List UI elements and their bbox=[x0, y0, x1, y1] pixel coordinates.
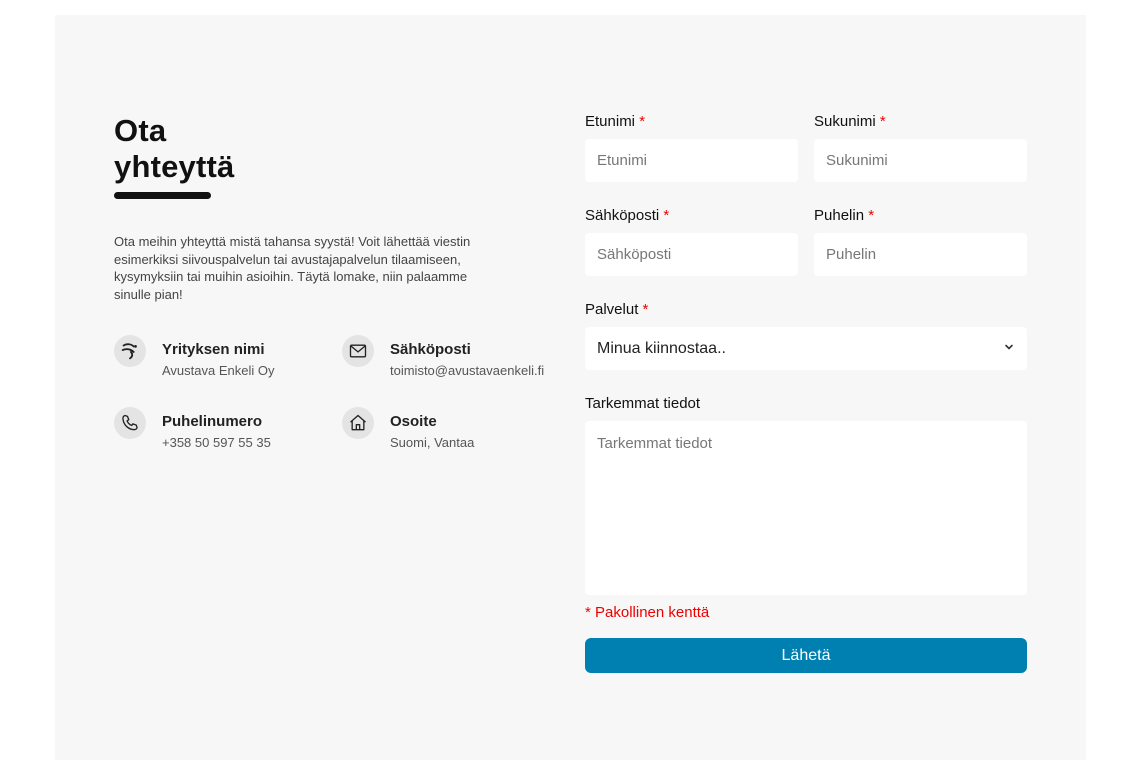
company-value: Avustava Enkeli Oy bbox=[162, 363, 275, 378]
company-info: Yrityksen nimi Avustava Enkeli Oy bbox=[114, 335, 275, 380]
firstname-label: Etunimi * bbox=[585, 113, 646, 130]
contact-details: Yrityksen nimi Avustava Enkeli Oy Sähköp… bbox=[114, 335, 574, 471]
email-info: Sähköposti toimisto@avustavaenkeli.fi bbox=[342, 335, 544, 380]
intro-text: Ota meihin yhteyttä mistä tahansa syystä… bbox=[114, 234, 471, 302]
chevron-down-icon bbox=[1003, 340, 1015, 358]
angel-logo-icon bbox=[114, 335, 146, 367]
email-label: Sähköposti bbox=[390, 341, 471, 358]
email-field-label: Sähköposti * bbox=[585, 207, 670, 224]
phone-input[interactable]: Puhelin bbox=[814, 233, 1027, 276]
required-note: * Pakollinen kenttä bbox=[585, 604, 710, 621]
details-label: Tarkemmat tiedot bbox=[585, 395, 701, 412]
phone-field: Puhelin * Puhelin bbox=[814, 207, 1027, 276]
email-input[interactable]: Sähköposti bbox=[585, 233, 798, 276]
page-title: Ota yhteyttä bbox=[114, 113, 264, 185]
page-title-line1: Ota bbox=[114, 113, 167, 148]
home-icon bbox=[342, 407, 374, 439]
email-field: Sähköposti * Sähköposti bbox=[585, 207, 798, 276]
phone-field-label: Puhelin * bbox=[814, 207, 875, 224]
services-select[interactable]: Minua kiinnostaa.. bbox=[585, 327, 1027, 370]
services-label: Palvelut * bbox=[585, 301, 649, 318]
lastname-field: Sukunimi * Sukunimi bbox=[814, 113, 1027, 182]
details-field: Tarkemmat tiedot Tarkemmat tiedot bbox=[585, 395, 1027, 595]
page-title-line2: yhteyttä bbox=[114, 149, 235, 184]
contact-info-column: Ota yhteyttä Ota meihin yhteyttä mistä t… bbox=[114, 113, 544, 450]
address-value: Suomi, Vantaa bbox=[390, 435, 475, 450]
phone-info: Puhelinumero +358 50 597 55 35 bbox=[114, 407, 271, 452]
firstname-field: Etunimi * Etunimi bbox=[585, 113, 798, 182]
company-label: Yrityksen nimi bbox=[162, 341, 265, 358]
details-textarea[interactable]: Tarkemmat tiedot bbox=[585, 421, 1027, 595]
contact-form: Etunimi * Etunimi Sukunimi * Sukunimi Sä… bbox=[585, 113, 1027, 673]
address-info: Osoite Suomi, Vantaa bbox=[342, 407, 475, 452]
phone-icon bbox=[114, 407, 146, 439]
title-underline bbox=[114, 192, 211, 199]
address-label: Osoite bbox=[390, 413, 437, 430]
services-field: Palvelut * Minua kiinnostaa.. bbox=[585, 301, 1027, 370]
services-selected-value: Minua kiinnostaa.. bbox=[597, 339, 726, 357]
submit-button[interactable]: Lähetä bbox=[585, 638, 1027, 673]
lastname-label: Sukunimi * bbox=[814, 113, 886, 130]
email-value[interactable]: toimisto@avustavaenkeli.fi bbox=[390, 362, 544, 380]
phone-value[interactable]: +358 50 597 55 35 bbox=[162, 434, 271, 452]
contact-panel: Ota yhteyttä Ota meihin yhteyttä mistä t… bbox=[55, 15, 1086, 760]
envelope-icon bbox=[342, 335, 374, 367]
firstname-input[interactable]: Etunimi bbox=[585, 139, 798, 182]
lastname-input[interactable]: Sukunimi bbox=[814, 139, 1027, 182]
phone-label: Puhelinumero bbox=[162, 413, 263, 430]
